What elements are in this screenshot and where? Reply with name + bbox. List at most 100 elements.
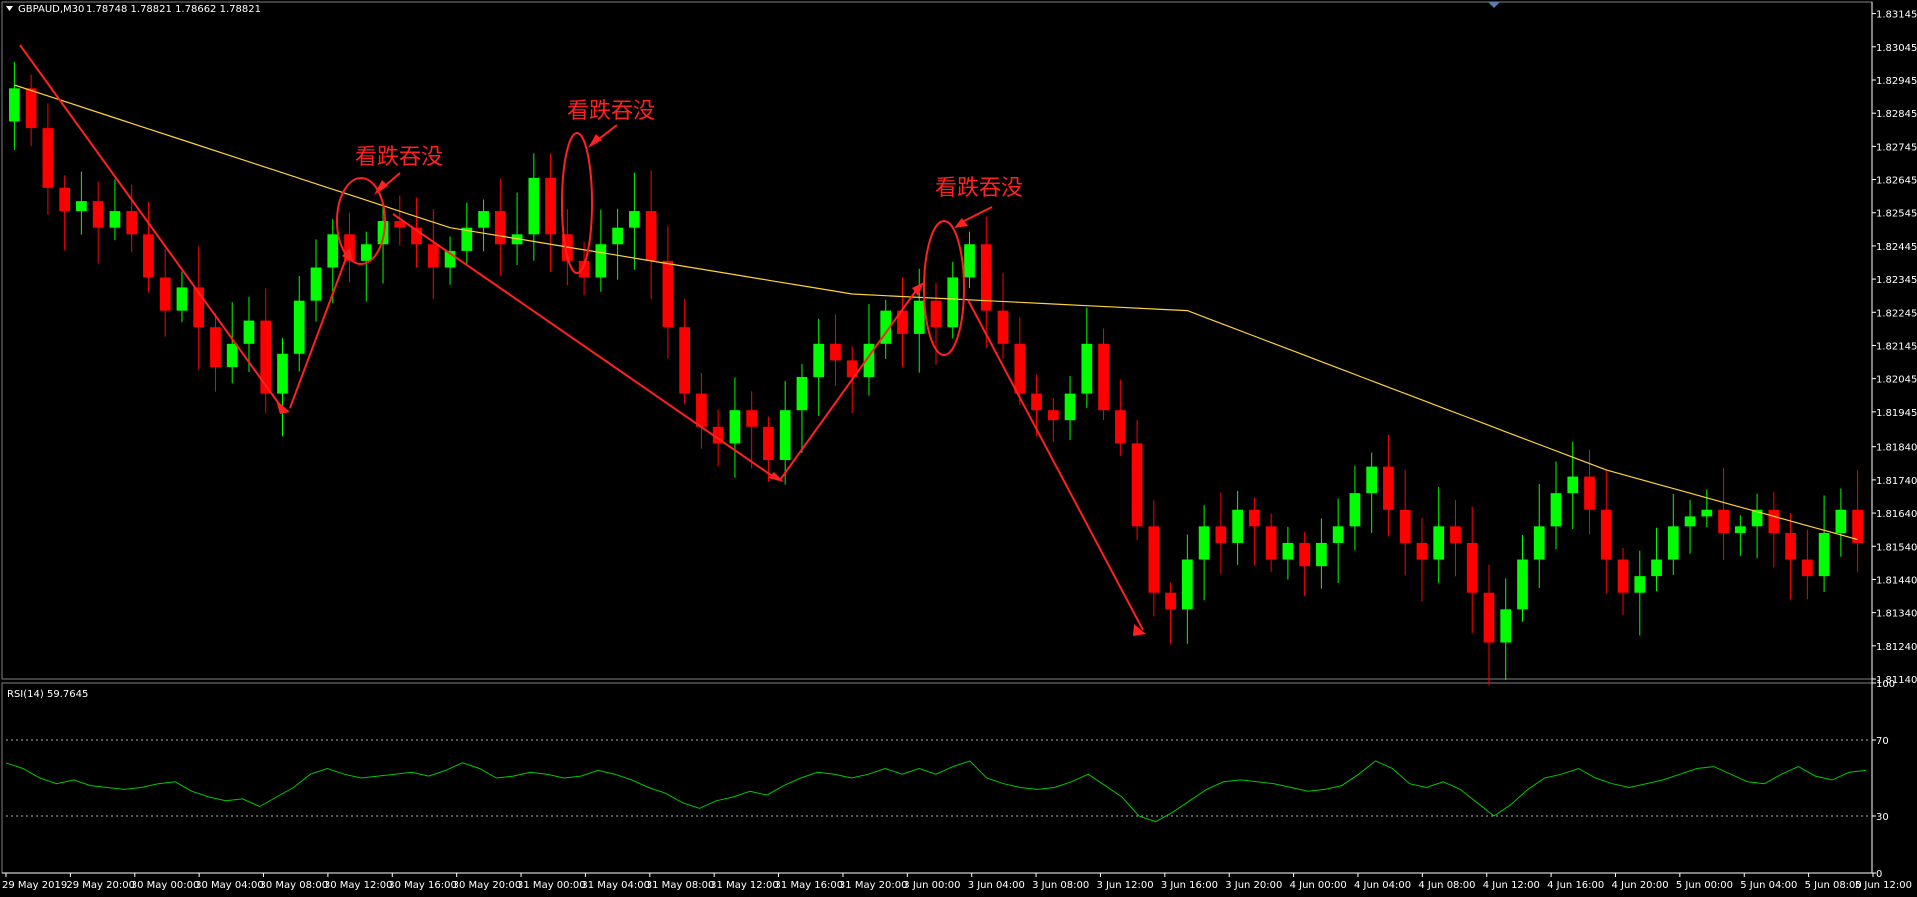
candle-body — [25, 88, 37, 129]
time-tick-label: 30 May 04:00 — [195, 880, 264, 891]
candle-body — [360, 244, 372, 261]
candle-body — [1433, 526, 1445, 560]
candle-body — [1265, 526, 1277, 560]
candle-body — [59, 187, 71, 212]
candle-body — [1282, 542, 1294, 560]
collapse-triangle-icon[interactable] — [6, 6, 13, 11]
trend-drawings — [19, 44, 1144, 631]
trendline-3 — [392, 213, 779, 481]
candle-body — [1483, 592, 1495, 643]
time-tick-label: 31 May 00:00 — [517, 880, 586, 891]
arrowhead-5 — [1133, 624, 1146, 636]
rsi-panel-frame — [1, 682, 1873, 874]
candle-body — [494, 211, 506, 245]
candle-body — [1332, 526, 1344, 543]
annotation-text-3: 看跌吞没 — [935, 176, 1023, 201]
candle-body — [612, 227, 623, 245]
price-tick-label: 1.82945 — [1876, 76, 1917, 87]
pointer-arrow-3 — [961, 206, 993, 223]
candle-body — [1131, 443, 1143, 527]
candle-body — [1349, 493, 1361, 527]
candle-body — [913, 300, 925, 334]
time-tick-label: 3 Jun 00:00 — [903, 880, 960, 891]
candle-body — [964, 244, 975, 278]
candle-body — [1734, 526, 1746, 533]
candle-body — [1768, 509, 1780, 533]
rsi-tick-label: 70 — [1876, 736, 1889, 747]
time-tick-label: 31 May 20:00 — [839, 880, 908, 891]
time-tick-label: 4 Jun 00:00 — [1290, 880, 1347, 891]
time-axis-ticks: 29 May 2019 29 May 20:0030 May 00:0030 Ma… — [2, 873, 1912, 891]
candle-body — [76, 201, 87, 212]
candle-body — [1517, 559, 1528, 610]
time-tick-label: 31 May 16:00 — [775, 880, 844, 891]
candle-body — [1299, 542, 1311, 567]
candle-body — [1148, 526, 1160, 593]
price-tick-label: 1.82045 — [1876, 375, 1917, 386]
candle-body — [277, 353, 288, 394]
price-tick-label: 1.82245 — [1876, 308, 1917, 319]
rsi-tick-label: 30 — [1876, 812, 1889, 823]
candle-body — [327, 234, 339, 268]
time-tick-label: 4 Jun 08:00 — [1418, 880, 1475, 891]
candle-body — [1399, 509, 1411, 543]
candle-body — [1081, 343, 1093, 394]
price-tick-label: 1.81440 — [1876, 575, 1917, 586]
time-tick-label: 4 Jun 20:00 — [1611, 880, 1668, 891]
candle-body — [1383, 466, 1394, 510]
candle-body — [645, 211, 657, 261]
time-tick-label: 3 Jun 08:00 — [1032, 880, 1089, 891]
time-tick-label: 5 Jun 04:00 — [1740, 880, 1797, 891]
rsi-levels — [6, 739, 1870, 817]
candle-body — [1232, 509, 1243, 543]
candle-body — [1667, 526, 1679, 560]
candle-body — [1818, 532, 1830, 577]
time-tick-label: 30 May 16:00 — [388, 880, 457, 891]
price-tick-label: 1.81540 — [1876, 542, 1917, 553]
candle-body — [796, 377, 808, 411]
time-tick-label: 3 Jun 04:00 — [968, 880, 1025, 891]
candle-body — [1567, 476, 1579, 494]
scroll-marker-icon[interactable] — [1488, 2, 1500, 8]
time-tick-label: 5 Jun 08:00 — [1805, 880, 1862, 891]
candle-body — [1114, 410, 1126, 444]
candle-body — [629, 211, 640, 228]
candle-body — [930, 300, 942, 328]
candle-body — [260, 320, 272, 394]
arrowhead-7 — [588, 134, 602, 148]
candle-body — [1651, 559, 1662, 577]
candle-body — [1500, 609, 1512, 643]
candle-body — [1416, 542, 1428, 560]
candle-body — [545, 177, 556, 235]
price-tick-label: 1.82445 — [1876, 242, 1917, 253]
candle-body — [427, 244, 439, 268]
candle-body — [947, 277, 959, 328]
candle-body — [595, 244, 607, 278]
candle-body — [1181, 559, 1193, 610]
ohlc-label: 1.78748 1.78821 1.78662 1.78821 — [86, 4, 261, 15]
price-tick-label: 1.81640 — [1876, 509, 1917, 520]
price-tick-label: 1.82345 — [1876, 275, 1917, 286]
candle-body — [729, 410, 741, 444]
price-tick-label: 1.82145 — [1876, 341, 1917, 352]
candle-body — [9, 88, 20, 122]
time-tick-label: 31 May 12:00 — [710, 880, 779, 891]
candle-body — [1718, 509, 1729, 533]
candle-body — [763, 426, 774, 460]
price-axis-ticks: 1.83145 1.83045 1.82945 1.82845 1.82745 1.826… — [1872, 10, 1917, 686]
annotation-text-1: 看跌吞没 — [355, 145, 443, 170]
candle-body — [226, 343, 238, 368]
candle-body — [1835, 509, 1847, 533]
time-tick-label: 3 Jun 20:00 — [1225, 880, 1282, 891]
price-tick-label: 1.82545 — [1876, 209, 1917, 220]
candle-body — [1684, 516, 1696, 527]
price-tick-label: 1.82645 — [1876, 176, 1917, 187]
price-tick-label: 1.81945 — [1876, 408, 1917, 419]
time-tick-label: 30 May 00:00 — [131, 880, 200, 891]
candle-body — [92, 201, 104, 228]
symbol-label: GBPAUD,M30 — [18, 4, 84, 15]
candle-body — [1466, 542, 1478, 593]
candle-body — [528, 177, 540, 235]
candle-body — [243, 320, 255, 344]
candle-body — [1014, 343, 1026, 394]
